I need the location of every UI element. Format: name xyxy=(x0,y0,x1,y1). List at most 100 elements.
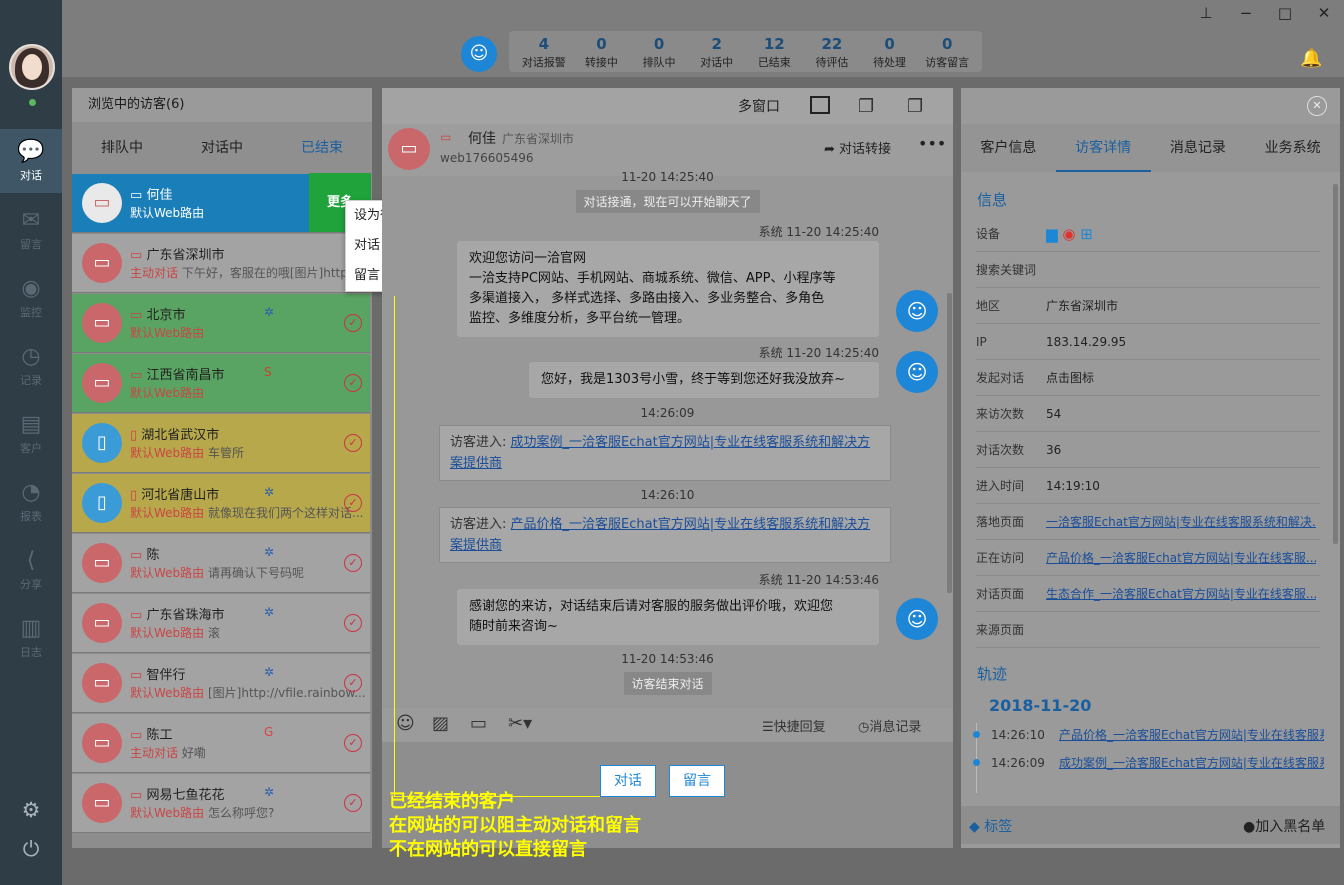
nav-reports[interactable]: ◔ 报表 xyxy=(0,470,62,534)
check-icon[interactable]: ✓ xyxy=(344,314,362,332)
scissors-icon[interactable]: ✂▾ xyxy=(508,713,532,734)
source-badge-icon: S xyxy=(264,365,272,379)
stat-item[interactable]: 22 待评估 xyxy=(803,31,861,72)
device-icon: ▭ xyxy=(130,248,143,263)
stat-item[interactable]: 0 访客留言 xyxy=(918,31,976,72)
nav-message[interactable]: ✉ 留言 xyxy=(0,198,62,262)
close-button[interactable]: ✕ xyxy=(1312,4,1336,26)
nav-chat[interactable]: 💬 对话 xyxy=(0,129,62,193)
visitor-row[interactable]: ▭ ▭ 智伴行 默认Web路由 [图片]http://vfile.rainbow..… xyxy=(72,654,370,713)
stat-label: 对话报警 xyxy=(521,56,566,69)
agent-avatar-icon: ☺ xyxy=(896,598,938,640)
visitor-row[interactable]: ▭ ▭ 广东省珠海市 默认Web路由 滚 ✲ ✓ xyxy=(72,594,370,653)
power-icon[interactable]: ⏻ xyxy=(18,836,44,862)
check-icon[interactable]: ✓ xyxy=(344,434,362,452)
stat-item[interactable]: 0 排队中 xyxy=(630,31,688,72)
track-time: 14:26:10 xyxy=(991,728,1045,742)
avatar[interactable] xyxy=(9,44,55,90)
visitor-route: 默认Web路由 滚 xyxy=(130,626,221,640)
pc-icon: ▭ xyxy=(82,663,122,703)
transfer-button[interactable]: ➦ 对话转接 xyxy=(824,138,891,157)
check-icon[interactable]: ✓ xyxy=(344,794,362,812)
folder-icon[interactable]: ▭ xyxy=(470,713,487,734)
detail-scrollbar[interactable] xyxy=(1333,184,1338,544)
tab-in-chat[interactable]: 对话中 xyxy=(172,122,272,174)
chat-scrollbar[interactable] xyxy=(947,293,952,593)
blacklist-button[interactable]: ●加入黑名单 xyxy=(1243,816,1325,836)
nav-customers[interactable]: ▤ 客户 xyxy=(0,402,62,466)
stat-item[interactable]: 0 待处理 xyxy=(861,31,919,72)
detail-value[interactable]: 生态合作_一洽客服Echat官方网站|专业在线客服... xyxy=(1046,576,1316,612)
track-link[interactable]: 产品价格_一洽客服Echat官方网站|专业在线客服系统 xyxy=(1059,721,1324,749)
visitor-row[interactable]: ▯ ▯ 河北省唐山市 默认Web路由 就像现在我们两个这样对话... ✲ ✓ xyxy=(72,474,370,533)
split-window-icon[interactable]: ❐ xyxy=(858,96,874,117)
visitor-avatar-icon: ▭ xyxy=(388,128,430,170)
visitor-row[interactable]: ▯ ▯ 湖北省武汉市 默认Web路由 车管所 ✓ xyxy=(72,414,370,473)
nav-share[interactable]: ⟨ 分享 xyxy=(0,538,62,602)
detail-value[interactable]: 产品价格_一洽客服Echat官方网站|专业在线客服... xyxy=(1046,540,1316,576)
stat-item[interactable]: 2 对话中 xyxy=(688,31,746,72)
nav-monitor[interactable]: ◉ 监控 xyxy=(0,266,62,330)
maximize-button[interactable]: □ xyxy=(1273,4,1297,26)
check-icon[interactable]: ✓ xyxy=(344,734,362,752)
tags-button[interactable]: ◆ 标签 xyxy=(969,816,1012,836)
visitor-row[interactable]: ▭ ▭ 北京市 默认Web路由 ✲ ✓ xyxy=(72,294,370,353)
leave-message-button[interactable]: 留言 xyxy=(669,765,725,797)
tab-business-system[interactable]: 业务系统 xyxy=(1245,124,1340,172)
stat-item[interactable]: 12 已结束 xyxy=(746,31,804,72)
single-window-icon[interactable] xyxy=(810,96,830,114)
visitor-row[interactable]: ▭ ▭ 江西省南昌市 默认Web路由 S ✓ xyxy=(72,354,370,413)
close-icon[interactable]: ✕ xyxy=(1307,96,1327,116)
tab-queue[interactable]: 排队中 xyxy=(72,122,172,174)
tab-customer-info[interactable]: 客户信息 xyxy=(961,124,1056,172)
device-icon: ▭ xyxy=(130,788,143,803)
track-time: 14:26:09 xyxy=(991,756,1045,770)
nav-rail: 💬 对话 ✉ 留言 ◉ 监控 ◷ 记录 ▤ 客户 ◔ 报表 ⟨ 分享 ▥ 日志 ⚙ ⏻ xyxy=(0,0,62,885)
stat-item[interactable]: 0 转接中 xyxy=(573,31,631,72)
input-toolbar: ☺ ▨ ▭ ✂▾ ☰快捷回复 ◷消息记录 xyxy=(382,708,953,742)
nav-records[interactable]: ◷ 记录 xyxy=(0,334,62,398)
source-badge-icon: G xyxy=(264,725,274,739)
tab-visitor-details[interactable]: 访客详情 xyxy=(1055,124,1151,172)
bell-icon[interactable]: 🔔 xyxy=(1300,48,1322,69)
quick-reply-button[interactable]: ☰快捷回复 xyxy=(762,716,826,735)
image-icon[interactable]: ▨ xyxy=(432,713,449,734)
detail-value: 点击图标 xyxy=(1046,371,1095,385)
visitor-row[interactable]: ▭ ▭ 网易七鱼花花 默认Web路由 怎么称呼您? ✲ ✓ xyxy=(72,774,370,833)
visitor-row[interactable]: ▭ ▭ 广东省深圳市 主动对话 下午好，客服在的哦[图片]http: xyxy=(72,234,370,293)
more-options-icon[interactable]: ••• xyxy=(918,134,946,153)
page-link[interactable]: 成功案例_一洽客服Echat官方网站|专业在线客服系统和解决方案提供商 xyxy=(450,435,870,471)
pin-icon[interactable]: ⊥ xyxy=(1194,4,1218,26)
clock-icon: ◷ xyxy=(858,720,870,735)
stat-count: 4 xyxy=(538,35,550,53)
visitor-route: 默认Web路由 xyxy=(130,386,205,400)
check-icon[interactable]: ✓ xyxy=(344,374,362,392)
track-link[interactable]: 成功案例_一洽客服Echat官方网站|专业在线客服系统 xyxy=(1059,749,1324,777)
tab-message-records[interactable]: 消息记录 xyxy=(1151,124,1246,172)
detail-value[interactable]: 一洽客服Echat官方网站|专业在线客服系统和解决... xyxy=(1046,504,1316,540)
detail-row: 搜索关键词 xyxy=(976,252,1320,288)
emoji-icon[interactable]: ☺ xyxy=(396,713,415,734)
cascade-window-icon[interactable]: ❐ xyxy=(907,96,923,117)
share-icon: ⟨ xyxy=(26,548,36,573)
clipboard-icon: ▥ xyxy=(20,616,42,641)
multi-window-label[interactable]: 多窗口 xyxy=(738,96,780,116)
nav-log[interactable]: ▥ 日志 xyxy=(0,606,62,670)
timestamp: 14:26:10 xyxy=(640,488,695,502)
check-icon[interactable]: ✓ xyxy=(344,674,362,692)
visitor-row[interactable]: ▭ ▭ 陈默认Web路由 请再确认下号码呢 ✲ ✓ xyxy=(72,534,370,593)
history-button[interactable]: ◷消息记录 xyxy=(858,716,921,735)
minimize-button[interactable]: − xyxy=(1234,4,1258,26)
user-block-icon: ● xyxy=(1243,819,1256,835)
settings-gear-icon[interactable]: ⚙ xyxy=(18,797,44,823)
visitor-row[interactable]: ▭ ▭ 陈工 主动对话 好嘞 G ✓ xyxy=(72,714,370,773)
check-icon[interactable]: ✓ xyxy=(344,554,362,572)
visitor-route: 默认Web路由 车管所 xyxy=(130,446,245,460)
check-icon[interactable]: ✓ xyxy=(344,494,362,512)
check-icon[interactable]: ✓ xyxy=(344,614,362,632)
page-link[interactable]: 产品价格_一洽客服Echat官方网站|专业在线客服系统和解决方案提供商 xyxy=(450,517,870,553)
tab-ended[interactable]: 已结束 xyxy=(272,122,372,174)
pc-icon: ▭ xyxy=(82,183,122,223)
stat-item[interactable]: 4 对话报警 xyxy=(515,31,573,72)
visitor-route: 主动对话 好嘞 xyxy=(130,746,206,760)
